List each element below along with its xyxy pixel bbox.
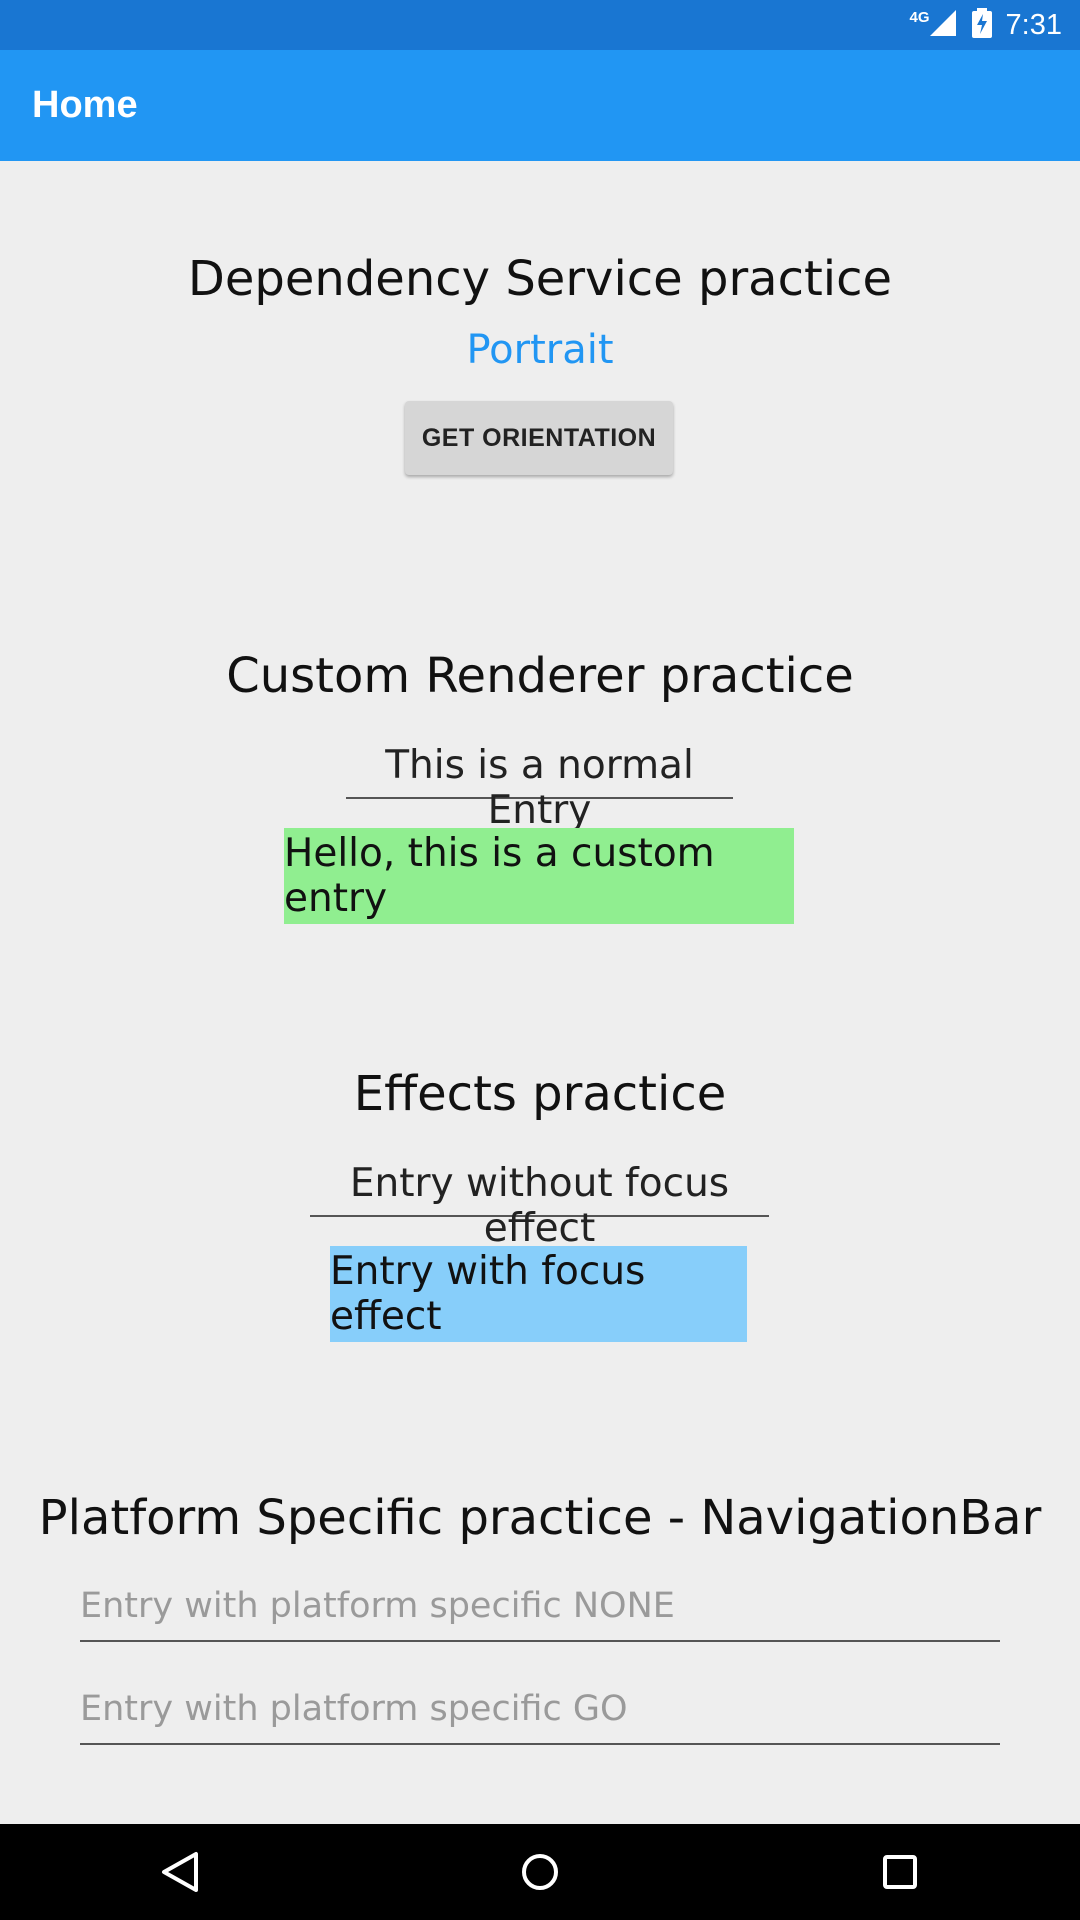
dependency-heading: Dependency Service practice xyxy=(187,251,893,307)
status-icons: 4G 7:31 xyxy=(910,0,1062,50)
home-icon[interactable] xyxy=(516,1848,564,1896)
entry-with-focus-effect[interactable]: Entry with focus effect xyxy=(330,1246,747,1342)
signal-icon xyxy=(928,8,958,42)
screen: 4G 7:31 Home Dependency Service practice… xyxy=(0,0,1080,1920)
network-type-label: 4G xyxy=(909,8,930,26)
status-bar: 4G 7:31 xyxy=(0,0,1080,50)
custom-entry[interactable]: Hello, this is a custom entry xyxy=(284,828,794,924)
recents-icon[interactable] xyxy=(876,1848,924,1896)
effects-heading: Effects practice xyxy=(353,1066,727,1122)
platform-specific-heading: Platform Specific practice - NavigationB… xyxy=(38,1490,1042,1546)
orientation-label: Portrait xyxy=(466,327,614,373)
entry-platform-go[interactable]: Entry with platform specific GO xyxy=(80,1689,1000,1745)
get-orientation-button[interactable]: GET ORIENTATION xyxy=(405,401,673,475)
toolbar: Home xyxy=(0,50,1080,161)
entry-without-focus-effect[interactable]: Entry without focus effect xyxy=(310,1161,769,1251)
page-title: Home xyxy=(32,84,138,126)
content-scroll[interactable]: Dependency Service practice Portrait GET… xyxy=(0,161,1080,1824)
system-nav-bar xyxy=(0,1824,1080,1920)
battery-charging-icon xyxy=(971,8,992,42)
entry-platform-none[interactable]: Entry with platform specific NONE xyxy=(80,1586,1000,1642)
custom-renderer-heading: Custom Renderer practice xyxy=(226,648,854,704)
back-icon[interactable] xyxy=(156,1848,204,1896)
clock: 7:31 xyxy=(1005,8,1062,41)
normal-entry[interactable]: This is a normal Entry xyxy=(346,743,733,833)
